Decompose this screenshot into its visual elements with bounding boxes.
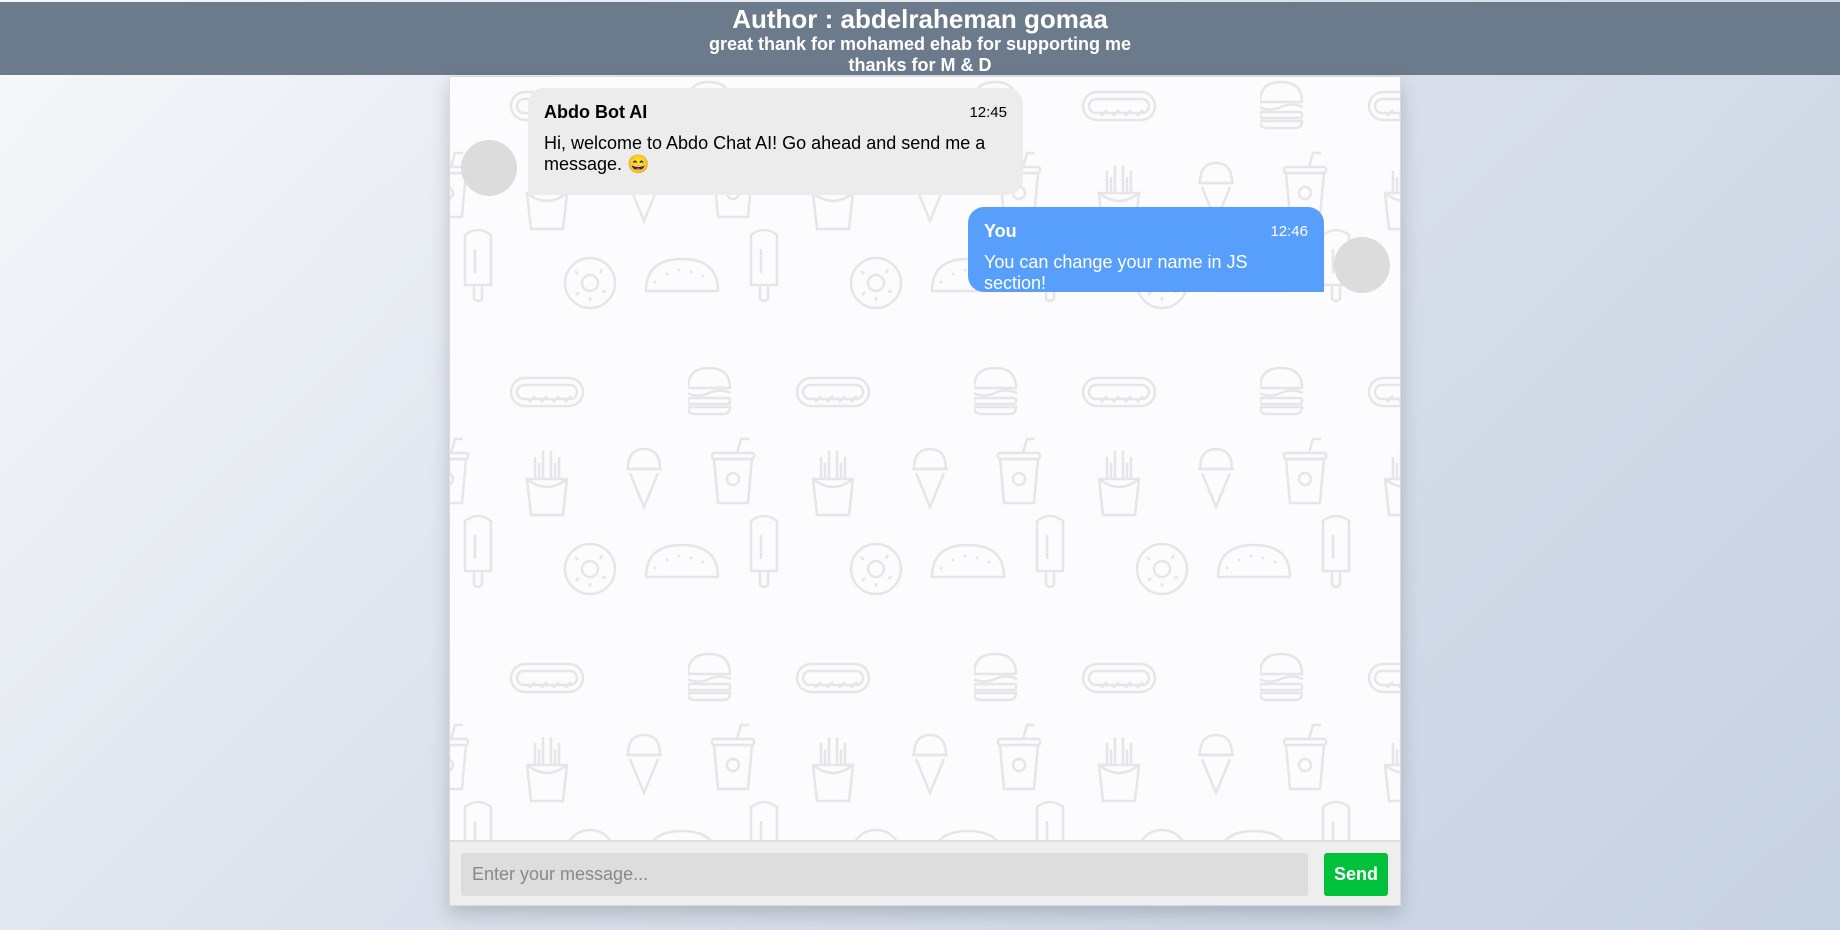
message-timestamp: 12:45 xyxy=(969,104,1007,121)
message-sender-name: Abdo Bot AI xyxy=(544,102,648,122)
header-thanks: thanks for M & D xyxy=(848,55,992,75)
message-timestamp: 12:46 xyxy=(1270,223,1308,240)
message-sender-name: You xyxy=(984,221,1017,241)
message-text: Hi, welcome to Abdo Chat AI! Go ahead an… xyxy=(544,133,986,174)
message-text: You can change your name in JS section! xyxy=(984,252,1248,293)
user-avatar xyxy=(1334,237,1390,293)
message-input[interactable] xyxy=(461,853,1308,896)
chat-messages-area[interactable]: Abdo Bot AI 12:45 Hi, welcome to Abdo Ch… xyxy=(450,77,1400,840)
page-header: Author : abdelraheman gomaa great thank … xyxy=(0,2,1840,75)
bot-avatar xyxy=(461,140,517,196)
header-subtitle: great thank for mohamed ehab for support… xyxy=(708,34,1132,54)
header-title: Author : abdelraheman gomaa xyxy=(732,4,1108,34)
message-bubble-bot: Abdo Bot AI 12:45 Hi, welcome to Abdo Ch… xyxy=(528,88,1023,195)
send-button[interactable]: Send xyxy=(1324,853,1388,896)
message-bubble-user: You 12:46 You can change your name in JS… xyxy=(968,207,1324,293)
chat-window: Abdo Bot AI 12:45 Hi, welcome to Abdo Ch… xyxy=(449,76,1401,906)
message-composer: Send xyxy=(450,840,1400,905)
